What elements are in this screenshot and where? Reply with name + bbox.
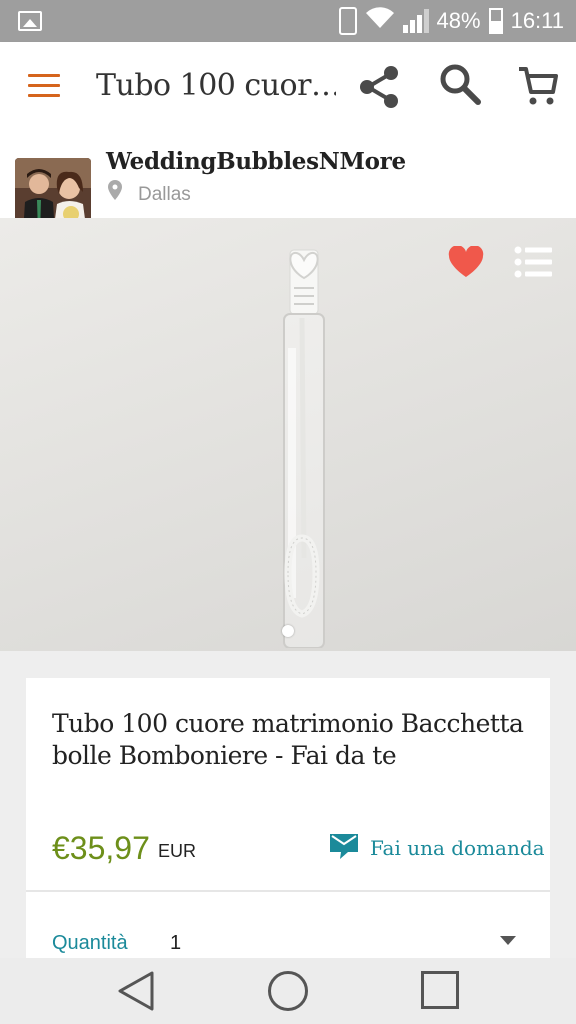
status-bar: 48% 16:11: [0, 0, 576, 42]
carousel-dot-active[interactable]: [282, 625, 294, 637]
seller-name[interactable]: WeddingBubblesNMore: [106, 148, 406, 175]
wifi-icon: [365, 6, 395, 37]
search-icon[interactable]: [438, 62, 482, 106]
product-image-gallery[interactable]: [0, 218, 576, 651]
signal-icon: [402, 9, 429, 33]
product-info-card: Tubo 100 cuore matrimonio Bacchetta boll…: [26, 678, 550, 890]
quantity-selector[interactable]: Quantità 1: [26, 892, 550, 962]
system-nav-bar: [0, 958, 576, 1024]
back-icon[interactable]: [116, 970, 156, 1012]
carousel-indicator: [0, 625, 576, 637]
clock: 16:11: [510, 8, 564, 33]
vibrate-icon: [338, 7, 357, 35]
seller-location: Dallas: [138, 184, 191, 205]
cart-icon[interactable]: [516, 64, 560, 108]
price-currency: EUR: [158, 841, 197, 861]
ask-question-icon[interactable]: [330, 832, 358, 860]
quantity-label: Quantità: [52, 932, 128, 954]
app-bar: Tubo 100 cuor…: [0, 42, 576, 132]
location-pin-icon: [108, 180, 122, 200]
favorite-heart-icon[interactable]: [448, 246, 484, 278]
product-price: €35,97: [52, 830, 150, 866]
battery-percent: 48%: [436, 8, 481, 33]
add-to-list-icon[interactable]: [514, 246, 552, 278]
ask-question-button[interactable]: Fai una domanda: [370, 836, 545, 860]
status-icons: 48% 16:11: [338, 0, 564, 42]
seller-header[interactable]: WeddingBubblesNMore Dallas: [0, 132, 576, 234]
product-title: Tubo 100 cuore matrimonio Bacchetta boll…: [52, 709, 524, 770]
gallery-icon: [18, 11, 42, 31]
quantity-value[interactable]: 1: [170, 932, 181, 955]
recent-apps-icon[interactable]: [421, 971, 459, 1009]
battery-icon: [488, 8, 503, 34]
dropdown-caret-icon[interactable]: [500, 936, 516, 945]
product-photo: [283, 249, 325, 648]
share-icon[interactable]: [356, 64, 404, 110]
home-icon[interactable]: [268, 971, 308, 1011]
menu-icon[interactable]: [28, 74, 60, 98]
page-title: Tubo 100 cuor…: [96, 68, 336, 103]
